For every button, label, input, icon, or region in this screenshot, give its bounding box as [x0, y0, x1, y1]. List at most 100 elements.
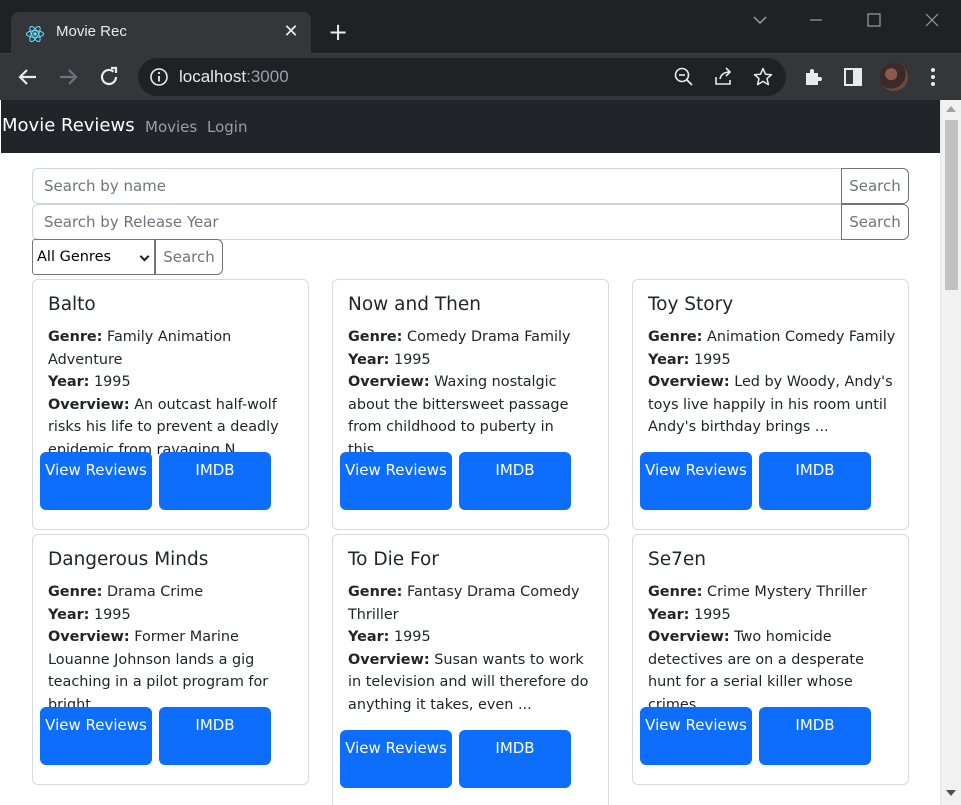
- movie-title: Dangerous Minds: [48, 549, 209, 570]
- genre-label: Genre:: [648, 329, 703, 345]
- nav-link-movies[interactable]: Movies: [145, 118, 197, 136]
- year-label: Year:: [48, 374, 90, 390]
- movie-card: To Die For Genre: Fantasy Drama Comedy T…: [332, 534, 609, 805]
- movie-title: Toy Story: [648, 294, 734, 315]
- movie-year: 1995: [94, 606, 131, 623]
- movie-card: Se7en Genre: Crime Mystery Thriller Year…: [632, 534, 909, 785]
- year-label: Year:: [648, 351, 690, 368]
- search-year-input[interactable]: Search by Release Year: [32, 204, 842, 240]
- close-tab-icon[interactable]: ✕: [281, 22, 301, 42]
- view-reviews-button[interactable]: View Reviews: [40, 707, 152, 765]
- movie-title: Now and Then: [348, 294, 481, 315]
- view-reviews-button[interactable]: View Reviews: [340, 452, 452, 510]
- extensions-puzzle-icon[interactable]: [801, 65, 825, 89]
- overview-label: Overview:: [348, 374, 430, 390]
- movie-genre: Animation Comedy Family: [707, 329, 896, 345]
- movie-genre: Crime Mystery Thriller: [707, 584, 867, 600]
- new-tab-icon[interactable]: +: [325, 20, 351, 46]
- year-label: Year:: [648, 606, 690, 623]
- app-navbar: Movie Reviews Movies Login: [1, 100, 940, 153]
- navbar-brand[interactable]: Movie Reviews: [2, 115, 135, 136]
- url-host: localhost: [179, 67, 247, 86]
- movie-details: Genre: Drama Crime Year: 1995 Overview: …: [48, 581, 298, 716]
- browser-tab[interactable]: Movie Rec ✕: [11, 12, 311, 54]
- movie-title: To Die For: [348, 549, 439, 570]
- tab-search-chevron-icon[interactable]: [746, 8, 774, 32]
- chevron-down-icon: [139, 251, 150, 262]
- reload-icon[interactable]: [95, 63, 123, 91]
- scroll-down-arrow-icon[interactable]: [946, 790, 956, 796]
- movie-details: Genre: Crime Mystery Thriller Year: 1995…: [648, 581, 898, 716]
- page-viewport: Movie Reviews Movies Login Search by nam…: [1, 100, 940, 805]
- page-scrollbar[interactable]: [940, 100, 961, 805]
- nav-link-login[interactable]: Login: [207, 118, 247, 136]
- movie-details: Genre: Animation Comedy Family Year: 199…: [648, 326, 898, 439]
- search-name-button[interactable]: Search: [841, 168, 909, 204]
- overview-label: Overview:: [648, 374, 730, 390]
- genre-select-value: All Genres: [37, 249, 112, 265]
- movie-genre: Drama Crime: [107, 584, 204, 600]
- imdb-button[interactable]: IMDB: [159, 707, 271, 765]
- menu-kebab-icon[interactable]: [921, 65, 945, 89]
- tab-strip: Movie Rec ✕ +: [0, 0, 961, 54]
- search-genre-button[interactable]: Search: [155, 239, 223, 275]
- imdb-button[interactable]: IMDB: [159, 452, 271, 510]
- year-label: Year:: [348, 629, 390, 645]
- address-bar[interactable]: localhost:3000: [138, 58, 786, 96]
- overview-label: Overview:: [48, 396, 130, 413]
- side-panel-icon[interactable]: [841, 65, 865, 89]
- movie-year: 1995: [94, 374, 131, 390]
- scroll-up-arrow-icon[interactable]: [946, 106, 956, 112]
- movie-year: 1995: [394, 351, 431, 368]
- movie-card: Balto Genre: Family Animation Adventure …: [32, 279, 309, 530]
- movie-title: Balto: [48, 294, 96, 315]
- imdb-button[interactable]: IMDB: [759, 707, 871, 765]
- back-arrow-icon[interactable]: [14, 63, 42, 91]
- url-text[interactable]: localhost:3000: [179, 67, 289, 87]
- movie-details: Genre: Fantasy Drama Comedy Thriller Yea…: [348, 581, 598, 716]
- browser-window: Movie Rec ✕ + localhost:3000 Movie Revie…: [0, 0, 961, 805]
- genre-label: Genre:: [48, 329, 103, 345]
- genre-label: Genre:: [348, 584, 403, 600]
- imdb-button[interactable]: IMDB: [459, 730, 571, 788]
- tab-title: Movie Rec: [56, 23, 127, 40]
- movie-card: Toy Story Genre: Animation Comedy Family…: [632, 279, 909, 530]
- movie-genre: Comedy Drama Family: [407, 329, 571, 345]
- genre-select[interactable]: All Genres: [32, 239, 155, 275]
- movie-year: 1995: [694, 351, 731, 368]
- imdb-button[interactable]: IMDB: [759, 452, 871, 510]
- genre-label: Genre:: [48, 584, 103, 600]
- react-logo-icon: [25, 25, 45, 43]
- minimize-icon[interactable]: [802, 8, 830, 32]
- genre-label: Genre:: [348, 329, 403, 345]
- overview-label: Overview:: [648, 629, 730, 645]
- zoom-out-icon[interactable]: [673, 66, 695, 88]
- profile-avatar[interactable]: [880, 63, 908, 91]
- movie-year: 1995: [394, 629, 431, 645]
- close-window-icon[interactable]: [918, 8, 946, 32]
- search-name-input[interactable]: Search by name: [32, 168, 842, 204]
- genre-label: Genre:: [648, 584, 703, 600]
- overview-label: Overview:: [48, 629, 130, 645]
- maximize-icon[interactable]: [860, 8, 888, 32]
- movie-title: Se7en: [648, 549, 707, 570]
- year-label: Year:: [48, 606, 90, 623]
- view-reviews-button[interactable]: View Reviews: [340, 730, 452, 788]
- movie-details: Genre: Comedy Drama Family Year: 1995 Ov…: [348, 326, 598, 461]
- site-info-icon[interactable]: [148, 66, 170, 88]
- view-reviews-button[interactable]: View Reviews: [640, 452, 752, 510]
- movie-details: Genre: Family Animation Adventure Year: …: [48, 326, 298, 461]
- view-reviews-button[interactable]: View Reviews: [640, 707, 752, 765]
- movie-year: 1995: [694, 606, 731, 623]
- movie-card: Dangerous Minds Genre: Drama Crime Year:…: [32, 534, 309, 785]
- bookmark-star-icon[interactable]: [752, 66, 774, 88]
- year-label: Year:: [348, 351, 390, 368]
- forward-arrow-icon[interactable]: [54, 63, 82, 91]
- scrollbar-thumb[interactable]: [945, 120, 958, 290]
- movie-card: Now and Then Genre: Comedy Drama Family …: [332, 279, 609, 530]
- url-port: :3000: [246, 67, 289, 86]
- share-icon[interactable]: [713, 66, 735, 88]
- view-reviews-button[interactable]: View Reviews: [40, 452, 152, 510]
- search-year-button[interactable]: Search: [841, 204, 909, 240]
- imdb-button[interactable]: IMDB: [459, 452, 571, 510]
